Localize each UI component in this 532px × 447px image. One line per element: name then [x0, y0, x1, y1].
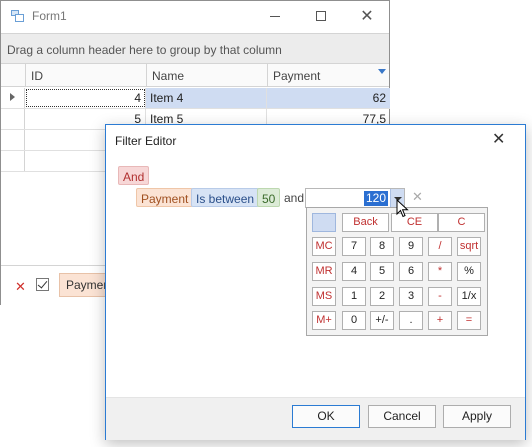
calc-equals-button[interactable]: =	[457, 311, 481, 330]
field-chip[interactable]: Payment	[136, 188, 194, 207]
dialog-footer: OK Cancel Apply	[106, 397, 525, 440]
row-indicator	[1, 88, 25, 108]
value1-chip[interactable]: 50	[257, 188, 281, 207]
column-header-name[interactable]: Name	[146, 64, 267, 87]
calc-c-button[interactable]: C	[438, 213, 485, 232]
cell-payment[interactable]: 62	[267, 88, 390, 108]
maximize-button[interactable]	[298, 1, 344, 31]
value2-editor[interactable]: 120	[305, 188, 405, 208]
clear-filter-icon[interactable]: ✕	[15, 279, 26, 295]
column-header-id[interactable]: ID	[25, 64, 146, 87]
group-panel[interactable]: Drag a column header here to group by th…	[1, 33, 389, 64]
calc-8-button[interactable]: 8	[370, 237, 394, 256]
row-indicator-header	[1, 64, 25, 87]
row-indicator	[1, 130, 25, 150]
cell-id[interactable]: 4	[25, 88, 146, 108]
title-bar: Form1 ✕	[1, 1, 389, 31]
filter-icon[interactable]	[378, 69, 386, 74]
ok-button[interactable]: OK	[292, 405, 360, 428]
calc-4-button[interactable]: 4	[342, 262, 366, 281]
calc-back-button[interactable]: Back	[342, 213, 389, 232]
row-indicator	[1, 109, 25, 129]
mouse-cursor-icon	[396, 199, 409, 218]
enable-filter-checkbox[interactable]	[36, 278, 49, 291]
maximize-icon	[316, 11, 326, 21]
calc-percent-button[interactable]: %	[457, 262, 481, 281]
calc-sqrt-button[interactable]: sqrt	[457, 237, 481, 256]
calc-2-button[interactable]: 2	[370, 287, 394, 306]
value2-text[interactable]: 120	[363, 191, 388, 206]
calc-3-button[interactable]: 3	[399, 287, 423, 306]
calc-sign-button[interactable]: +/-	[370, 311, 394, 330]
dialog-title: Filter Editor	[115, 134, 177, 148]
window-title: Form1	[32, 9, 67, 23]
row-indicator	[1, 151, 25, 171]
minimize-button[interactable]	[252, 1, 298, 31]
calc-divide-button[interactable]: /	[428, 237, 452, 256]
calc-minus-button[interactable]: -	[428, 287, 452, 306]
close-icon: ✕	[360, 6, 374, 25]
calc-multiply-button[interactable]: *	[428, 262, 452, 281]
dialog-close-button[interactable]: ✕	[492, 131, 505, 147]
conjunction-label: and	[284, 191, 305, 205]
cell-name[interactable]: Item 4	[146, 88, 267, 108]
calc-mc-button[interactable]: MC	[312, 237, 336, 256]
calc-ms-button[interactable]: MS	[312, 287, 336, 306]
close-window-button[interactable]: ✕	[344, 1, 390, 31]
minimize-icon	[270, 15, 280, 17]
calc-reciprocal-button[interactable]: 1/x	[457, 287, 481, 306]
group-operator-chip[interactable]: And	[118, 166, 150, 185]
calc-mplus-button[interactable]: M+	[312, 311, 336, 330]
memory-indicator	[312, 213, 336, 232]
calc-plus-button[interactable]: +	[428, 311, 452, 330]
calc-1-button[interactable]: 1	[342, 287, 366, 306]
calc-6-button[interactable]: 6	[399, 262, 423, 281]
grid-header: ID Name Payment	[1, 64, 389, 87]
operator-chip[interactable]: Is between	[191, 188, 260, 207]
column-header-payment[interactable]: Payment	[267, 64, 390, 87]
current-row-icon	[10, 93, 15, 101]
remove-value-icon[interactable]: ✕	[412, 189, 423, 205]
filter-editor-dialog: Filter Editor ✕ And Payment Is between 5…	[105, 124, 526, 440]
calc-7-button[interactable]: 7	[342, 237, 366, 256]
calc-0-button[interactable]: 0	[342, 311, 366, 330]
calc-5-button[interactable]: 5	[370, 262, 394, 281]
calc-9-button[interactable]: 9	[399, 237, 423, 256]
calc-decimal-button[interactable]: .	[399, 311, 423, 330]
app-icon	[11, 10, 24, 22]
apply-button[interactable]: Apply	[443, 405, 511, 428]
calculator-popup: Back CE C MC 7 8 9 / sqrt MR 4 5 6 * % M…	[306, 207, 488, 336]
calc-mr-button[interactable]: MR	[312, 262, 336, 281]
table-row[interactable]: 4 Item 4 62	[1, 88, 390, 109]
column-header-payment-label: Payment	[273, 69, 321, 83]
cancel-button[interactable]: Cancel	[368, 405, 436, 428]
